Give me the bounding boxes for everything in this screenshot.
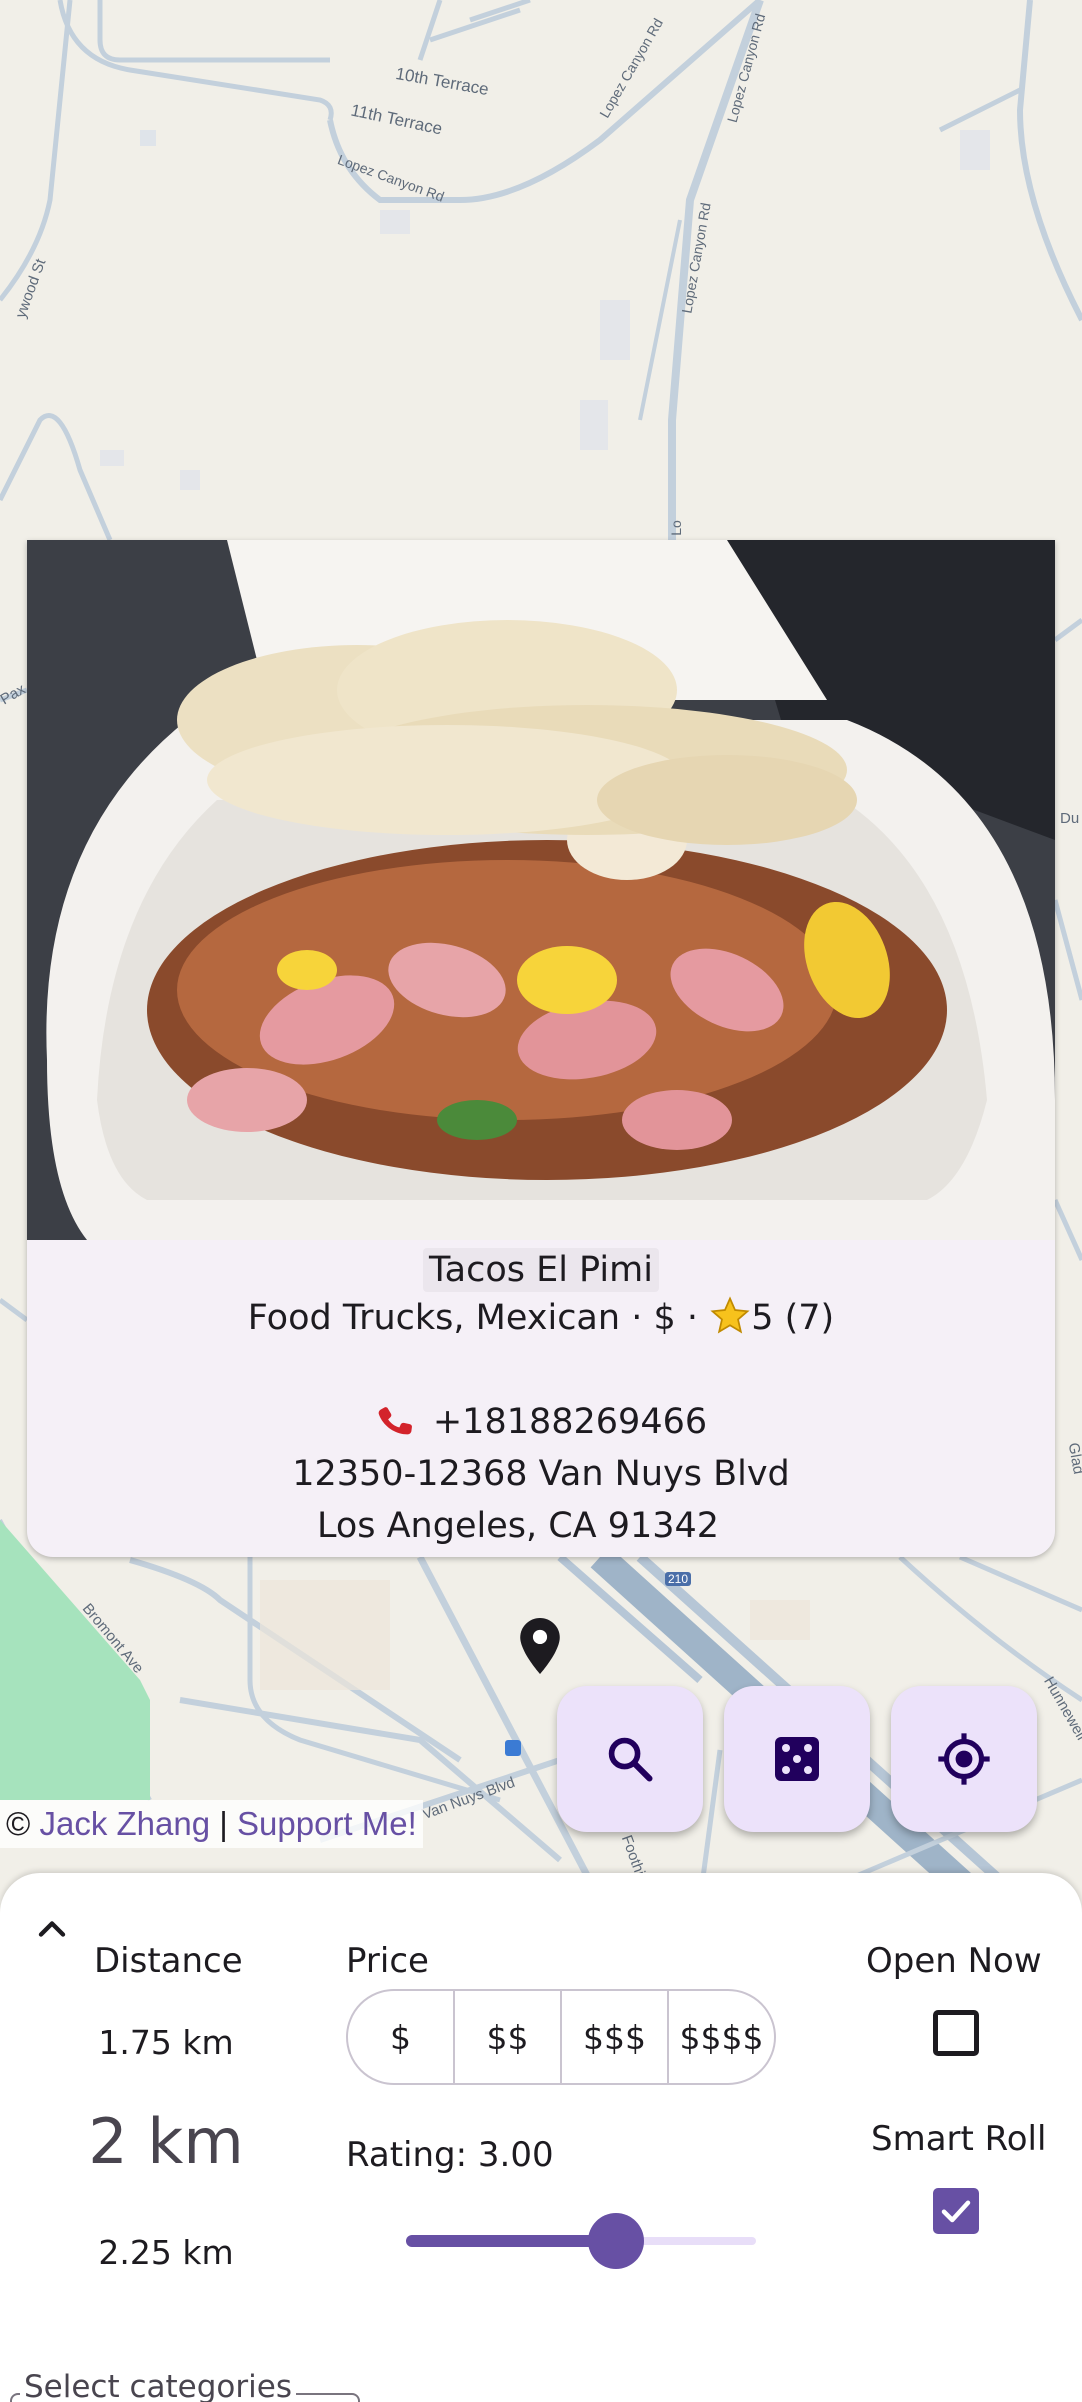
- copyright-symbol: ©: [6, 1805, 31, 1842]
- open-now-title: Open Now: [866, 1941, 1042, 1981]
- place-phone[interactable]: +18188269466: [433, 1402, 707, 1442]
- place-price: $: [653, 1298, 676, 1338]
- distance-option-next[interactable]: 2.25 km: [56, 2233, 276, 2272]
- star-icon: [710, 1296, 750, 1334]
- street-label: Du: [1060, 810, 1080, 827]
- place-address-line2: Los Angeles, CA 91342: [316, 1506, 720, 1546]
- highway-shield: 210: [665, 1572, 692, 1586]
- separator: ·: [686, 1298, 699, 1338]
- price-option-2[interactable]: $$: [455, 1991, 562, 2083]
- open-now-checkbox[interactable]: [933, 2010, 979, 2056]
- author-link[interactable]: Jack Zhang: [40, 1805, 211, 1842]
- dice-icon: [775, 1737, 819, 1781]
- slider-track-active: [406, 2235, 616, 2247]
- place-categories: Food Trucks, Mexican: [247, 1298, 621, 1338]
- place-info: Tacos El Pimi Food Trucks, Mexican · $ ·…: [27, 1240, 1055, 1552]
- my-location-button[interactable]: [891, 1686, 1037, 1832]
- slider-thumb[interactable]: [588, 2213, 644, 2269]
- smart-roll-checkbox[interactable]: [933, 2188, 979, 2234]
- attribution-bar: © Jack Zhang | Support Me!: [0, 1800, 423, 1848]
- price-title: Price: [346, 1941, 429, 1981]
- street-label: Lo: [667, 520, 684, 536]
- search-icon: [608, 1737, 653, 1782]
- support-link[interactable]: Support Me!: [237, 1805, 417, 1842]
- separator: ·: [631, 1298, 643, 1338]
- distance-option-prev[interactable]: 1.75 km: [56, 2023, 276, 2062]
- filter-sheet[interactable]: Distance 1.75 km 2 km 2.25 km Price $ $$…: [0, 1873, 1082, 2402]
- phone-icon: [378, 1407, 412, 1435]
- price-option-4[interactable]: $$$$: [669, 1991, 774, 2083]
- price-option-3[interactable]: $$$: [562, 1991, 669, 2083]
- smart-roll-title: Smart Roll: [871, 2119, 1047, 2159]
- place-name[interactable]: Tacos El Pimi: [423, 1248, 659, 1292]
- rating-label: Rating: 3.00: [346, 2135, 554, 2175]
- price-option-1[interactable]: $: [348, 1991, 455, 2083]
- place-meta: Food Trucks, Mexican · $ · 5 (7): [27, 1292, 1055, 1344]
- place-rating: 5: [751, 1298, 774, 1338]
- random-pick-button[interactable]: [724, 1686, 870, 1832]
- my-location-icon: [938, 1733, 990, 1785]
- search-button[interactable]: [557, 1686, 703, 1832]
- place-review-count: (7): [784, 1298, 835, 1338]
- price-segmented-control[interactable]: $ $$ $$$ $$$$: [346, 1989, 776, 2085]
- place-address-line1: 12350-12368 Van Nuys Blvd: [292, 1454, 790, 1494]
- place-card[interactable]: Tacos El Pimi Food Trucks, Mexican · $ ·…: [27, 540, 1055, 1557]
- location-pin-icon[interactable]: [520, 1618, 560, 1674]
- distance-option-selected[interactable]: 2 km: [56, 2105, 276, 2178]
- food-photo-illustration: [27, 540, 1055, 1240]
- attribution-divider: |: [219, 1805, 228, 1842]
- place-photo: [27, 540, 1055, 1240]
- rating-slider[interactable]: [406, 2211, 756, 2271]
- categories-label: Select categories: [20, 2369, 296, 2402]
- place-phone-row[interactable]: +18188269466: [27, 1396, 1055, 1448]
- chevron-up-icon[interactable]: [30, 1907, 74, 1951]
- distance-title: Distance: [94, 1941, 243, 1981]
- checkmark-icon: [941, 2200, 971, 2223]
